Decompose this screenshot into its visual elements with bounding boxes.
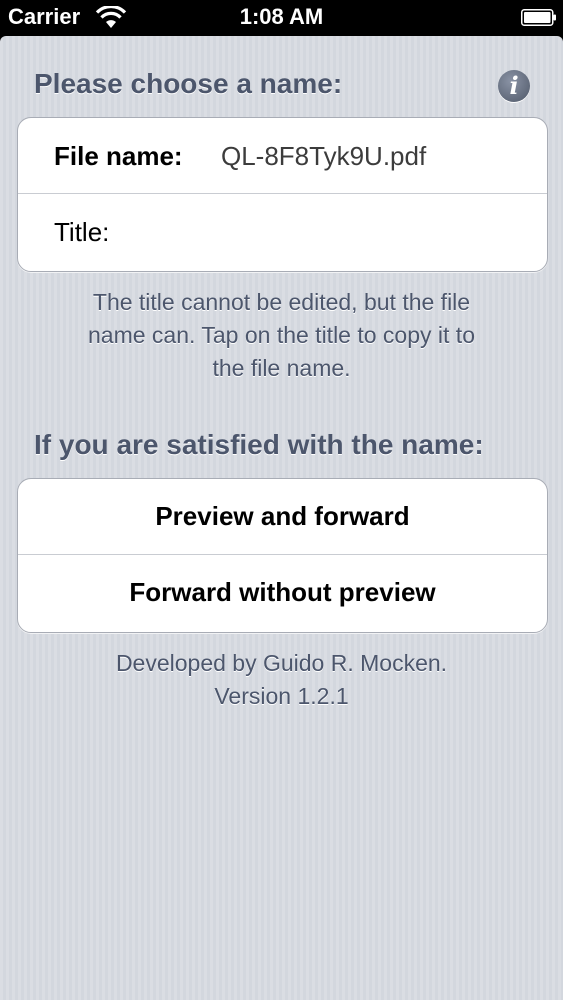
clock-label: 1:08 AM <box>239 4 324 29</box>
preview-forward-button[interactable]: Preview and forward <box>18 479 547 555</box>
version-label: Version 1.2.1 <box>214 683 349 709</box>
hint-line: The title cannot be edited, but the file <box>92 289 471 315</box>
developer-label: Developed by Guido R. Mocken. <box>115 650 448 676</box>
hint-line: the file name. <box>212 355 351 381</box>
info-glyph: i <box>509 71 519 100</box>
main-screen: Please choose a name: i File name: QL-8F… <box>0 36 563 1000</box>
file-name-label: File name: <box>54 141 183 171</box>
title-row[interactable]: Title: <box>18 194 547 270</box>
info-icon[interactable]: i <box>498 70 530 102</box>
battery-icon <box>521 9 556 26</box>
footer-text: Developed by Guido R. Mocken. Version 1.… <box>0 647 563 713</box>
status-bar: Carrier 1:08 AM <box>0 0 563 36</box>
action-group: Preview and forward Forward without prev… <box>17 478 548 633</box>
hint-text: The title cannot be edited, but the file… <box>0 286 563 385</box>
hint-line: name can. Tap on the title to copy it to <box>88 322 475 348</box>
forward-without-preview-label: Forward without preview <box>129 577 436 607</box>
forward-without-preview-button[interactable]: Forward without preview <box>18 555 547 631</box>
file-name-field[interactable]: QL-8F8Tyk9U.pdf <box>221 141 426 172</box>
satisfied-header: If you are satisfied with the name: <box>34 429 484 460</box>
choose-name-header: Please choose a name: <box>34 68 343 99</box>
file-name-row[interactable]: File name: QL-8F8Tyk9U.pdf <box>18 118 547 194</box>
preview-forward-label: Preview and forward <box>155 501 410 531</box>
title-label: Title: <box>54 217 110 247</box>
name-group: File name: QL-8F8Tyk9U.pdf Title: <box>17 117 548 272</box>
